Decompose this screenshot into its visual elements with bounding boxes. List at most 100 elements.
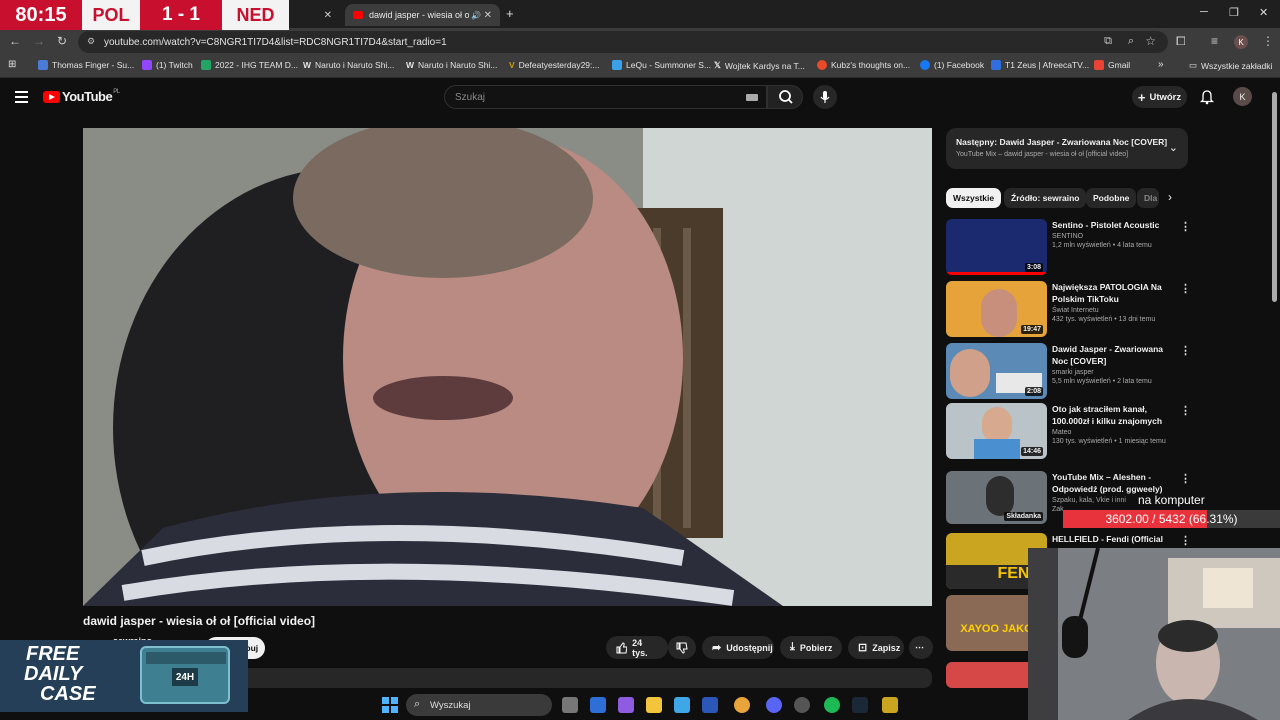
bookmark-item[interactable]: Thomas Finger - Su...	[38, 60, 134, 70]
related-thumbnail[interactable]: 14:46	[946, 403, 1047, 459]
bookmark-star-icon[interactable]: ☆	[1145, 34, 1156, 48]
discord-icon[interactable]	[766, 697, 782, 713]
promo-line-1: FREE	[26, 643, 80, 665]
related-video-info[interactable]: Oto jak straciłem kanał, 100.000zł i kil…	[1052, 403, 1180, 445]
copilot-icon[interactable]	[618, 697, 634, 713]
more-actions-button[interactable]: ⋯	[909, 636, 933, 659]
more-vertical-icon[interactable]: ⋮	[1180, 404, 1191, 417]
more-vertical-icon[interactable]: ⋮	[1180, 472, 1191, 485]
forward-icon[interactable]: →	[33, 34, 45, 48]
search-input[interactable]: Szukaj	[444, 85, 767, 109]
notifications-bell-icon[interactable]	[1199, 89, 1215, 108]
game-launcher-icon[interactable]	[882, 697, 898, 713]
zoom-icon[interactable]: ⌕	[1128, 35, 1134, 48]
more-vertical-icon[interactable]: ⋮	[1180, 220, 1191, 233]
related-video-info[interactable]: Dawid Jasper - Zwariowana Noc [COVER] sma…	[1052, 343, 1180, 385]
related-thumbnail[interactable]: 3:08	[946, 219, 1047, 275]
chip-source[interactable]: Źródło: sewraino	[1004, 188, 1087, 208]
task-view-icon[interactable]	[562, 697, 578, 713]
related-video-info[interactable]: Sentino - Pistolet Acoustic SENTINO 1,2 ml…	[1052, 219, 1180, 249]
video-player[interactable]	[83, 128, 932, 606]
reload-icon[interactable]: ↻	[57, 34, 67, 48]
chevron-right-icon[interactable]: »	[1158, 59, 1164, 70]
more-vertical-icon[interactable]: ⋮	[1180, 282, 1191, 295]
twitch-icon	[142, 60, 152, 70]
youtube-favicon-icon	[353, 11, 363, 19]
bookmark-item[interactable]: 2022 - IHG TEAM D...	[201, 60, 298, 70]
browser-tab-previous[interactable]: ✕	[290, 4, 340, 26]
close-tab-icon[interactable]: ✕	[484, 10, 492, 21]
download-button[interactable]: ⤓ Pobierz	[780, 636, 842, 659]
download-icon: ⤓	[790, 641, 795, 653]
back-icon[interactable]: ←	[9, 34, 21, 48]
goal-label: na komputer	[1138, 493, 1205, 507]
share-button[interactable]: ➦ Udostępnij	[702, 636, 774, 659]
bookmark-item[interactable]: W Naruto i Naruto Shi...	[303, 60, 394, 70]
tab-search-icon[interactable]: ≡	[1211, 34, 1218, 48]
youtube-logo[interactable]: YouTube PL	[43, 89, 120, 104]
photoshop-icon[interactable]	[702, 697, 718, 713]
store-icon[interactable]	[674, 697, 690, 713]
profile-avatar[interactable]: K	[1234, 35, 1248, 49]
spotify-icon[interactable]	[824, 697, 840, 713]
browser-toolbar: ← → ↻ ⚙ youtube.com/watch?v=C8NGR1TI7D4&…	[0, 28, 1280, 56]
chip-related[interactable]: Podobne	[1086, 188, 1137, 208]
extensions-icon[interactable]: ⧠	[1176, 34, 1186, 49]
related-thumbnail[interactable]: Składanka	[946, 471, 1047, 524]
browser-tab-active[interactable]: dawid jasper - wiesia oł oł | 🔊 ✕	[345, 4, 500, 26]
apps-grid-icon[interactable]: ⊞	[8, 59, 16, 70]
dislike-button[interactable]	[668, 636, 696, 659]
bookmark-item[interactable]: V Defeatyesterday29:...	[509, 60, 599, 70]
bookmark-item[interactable]: 𝕏 Wojtek Kardys na T...	[714, 60, 805, 71]
page-scrollbar[interactable]	[1272, 92, 1277, 302]
voice-search-button[interactable]	[813, 85, 837, 109]
chip-for-you[interactable]: Dla	[1137, 188, 1159, 208]
speaker-icon[interactable]: 🔊	[471, 11, 481, 20]
windows-start-icon[interactable]	[382, 697, 398, 713]
minimize-icon[interactable]: ─	[1200, 6, 1208, 18]
related-video-info[interactable]: Największa PATOLOGIA Na Polskim TikToku Ś…	[1052, 281, 1180, 323]
related-thumbnail[interactable]: 19:47	[946, 281, 1047, 337]
hamburger-menu-icon[interactable]	[15, 91, 28, 103]
steam-icon[interactable]	[852, 697, 868, 713]
taskbar-search[interactable]: ⌕ Wyszukaj	[406, 694, 552, 716]
account-avatar[interactable]: K	[1233, 87, 1252, 106]
new-tab-button[interactable]: +	[506, 6, 514, 21]
related-video-info[interactable]: HELLFIELD - Fendi (Official Video)	[1052, 533, 1180, 548]
menu-icon[interactable]: ⋮	[1262, 34, 1274, 48]
all-bookmarks-folder[interactable]: ▭ Wszystkie zakładki	[1189, 60, 1272, 71]
close-window-icon[interactable]: ✕	[1259, 6, 1268, 19]
bookmark-item[interactable]: LeQu - Summoner S...	[612, 60, 711, 70]
bookmark-item[interactable]: W Naruto i Naruto Shi...	[406, 60, 497, 70]
mail-app-icon[interactable]	[590, 697, 606, 713]
bookmark-item[interactable]: (1) Facebook	[920, 60, 984, 70]
address-bar[interactable]: ⚙ youtube.com/watch?v=C8NGR1TI7D4&list=R…	[78, 31, 1168, 53]
up-next-panel[interactable]: Następny: Dawid Jasper - Zwariowana Noc …	[946, 128, 1188, 169]
bookmark-item[interactable]: T1 Zeus | AfreecaTV...	[991, 60, 1089, 70]
bookmark-item[interactable]: Kubz's thoughts on...	[817, 60, 910, 70]
like-button[interactable]: 24 tys.	[606, 636, 668, 659]
chevron-down-icon[interactable]: ⌄	[1169, 141, 1178, 154]
keyboard-icon[interactable]	[746, 94, 758, 101]
save-button[interactable]: ⊡ Zapisz	[848, 636, 904, 659]
file-explorer-icon[interactable]	[646, 697, 662, 713]
youtube-header: YouTube PL Szukaj + Utwórz K	[0, 79, 1280, 115]
search-button[interactable]	[767, 85, 803, 109]
create-button[interactable]: + Utwórz	[1132, 86, 1187, 108]
site-info-icon[interactable]: ⚙	[87, 36, 95, 47]
bookmark-item[interactable]: (1) Twitch	[142, 60, 193, 70]
bookmark-item[interactable]: Gmail	[1094, 60, 1130, 70]
share-icon: ➦	[712, 642, 722, 654]
chevron-right-icon[interactable]: ›	[1168, 190, 1172, 204]
chip-all[interactable]: Wszystkie	[946, 188, 1002, 208]
maximize-icon[interactable]: ❐	[1229, 6, 1239, 19]
app-icon[interactable]	[794, 697, 810, 713]
thumbs-down-icon	[676, 642, 688, 654]
close-tab-icon[interactable]: ✕	[324, 10, 332, 21]
daily-case-promo[interactable]: FREE DAILY CASE 24H	[0, 640, 248, 712]
more-vertical-icon[interactable]: ⋮	[1180, 534, 1191, 547]
more-vertical-icon[interactable]: ⋮	[1180, 344, 1191, 357]
cast-icon[interactable]: ⧉	[1104, 35, 1112, 48]
related-thumbnail[interactable]: 2:08	[946, 343, 1047, 399]
chrome-icon[interactable]	[734, 697, 750, 713]
